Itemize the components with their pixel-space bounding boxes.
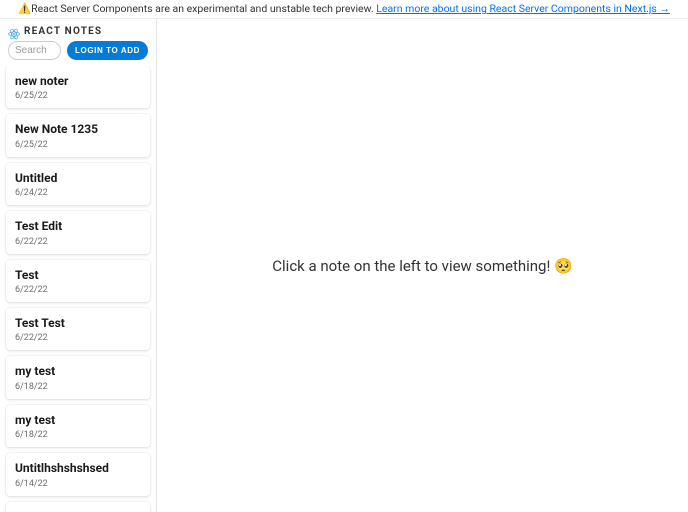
note-card[interactable]: New Note 1235 6/25/22 bbox=[6, 114, 150, 156]
note-card[interactable]: my test 6/18/22 bbox=[6, 405, 150, 447]
note-title: my test bbox=[15, 413, 141, 427]
app-body: REACT NOTES LOGIN TO ADD new noter 6/25/2… bbox=[0, 19, 688, 512]
note-card[interactable]: Test Edit 6/22/22 bbox=[6, 211, 150, 253]
main-pane: Click a note on the left to view somethi… bbox=[157, 19, 688, 512]
sidebar: REACT NOTES LOGIN TO ADD new noter 6/25/2… bbox=[0, 19, 157, 512]
login-to-add-button[interactable]: LOGIN TO ADD bbox=[67, 41, 148, 60]
note-title: Untitled bbox=[15, 171, 141, 185]
note-title: Test Edit bbox=[15, 219, 141, 233]
note-title: my test bbox=[15, 364, 141, 378]
note-date: 6/22/22 bbox=[15, 285, 141, 295]
note-title: New Note 1235 bbox=[15, 122, 141, 136]
note-date: 6/25/22 bbox=[15, 91, 141, 101]
note-card[interactable]: new noter 6/25/22 bbox=[6, 66, 150, 108]
note-title: Untitlhshshshsed bbox=[15, 461, 141, 475]
app-title: REACT NOTES bbox=[24, 26, 102, 37]
note-card[interactable]: Untitlhshshshsed6/14/22 bbox=[6, 502, 150, 512]
react-logo-icon bbox=[8, 25, 20, 37]
note-date: 6/22/22 bbox=[15, 333, 141, 343]
note-title: Test bbox=[15, 268, 141, 282]
note-title: new noter bbox=[15, 74, 141, 88]
sidebar-controls: LOGIN TO ADD bbox=[0, 41, 156, 66]
note-date: 6/22/22 bbox=[15, 237, 141, 247]
note-card[interactable]: Untitlhshshshsed 6/14/22 bbox=[6, 453, 150, 495]
note-card[interactable]: Test Test 6/22/22 bbox=[6, 308, 150, 350]
empty-state-message: Click a note on the left to view somethi… bbox=[272, 257, 572, 275]
note-title: Test Test bbox=[15, 316, 141, 330]
search-input[interactable] bbox=[8, 41, 61, 60]
note-card[interactable]: Test 6/22/22 bbox=[6, 260, 150, 302]
warning-icon: ⚠️ bbox=[18, 2, 31, 15]
sidebar-header: REACT NOTES bbox=[0, 19, 156, 41]
banner-text: React Server Components are an experimen… bbox=[31, 2, 376, 15]
note-list[interactable]: new noter 6/25/22 New Note 1235 6/25/22 Unti… bbox=[0, 66, 156, 512]
note-date: 6/24/22 bbox=[15, 188, 141, 198]
note-card[interactable]: my test 6/18/22 bbox=[6, 356, 150, 398]
note-date: 6/25/22 bbox=[15, 140, 141, 150]
note-date: 6/14/22 bbox=[15, 479, 141, 489]
note-date: 6/18/22 bbox=[15, 382, 141, 392]
note-card[interactable]: Untitled 6/24/22 bbox=[6, 163, 150, 205]
note-date: 6/18/22 bbox=[15, 430, 141, 440]
banner-learn-more-link[interactable]: Learn more about using React Server Comp… bbox=[376, 2, 670, 15]
warning-banner: ⚠️React Server Components are an experim… bbox=[0, 0, 688, 19]
